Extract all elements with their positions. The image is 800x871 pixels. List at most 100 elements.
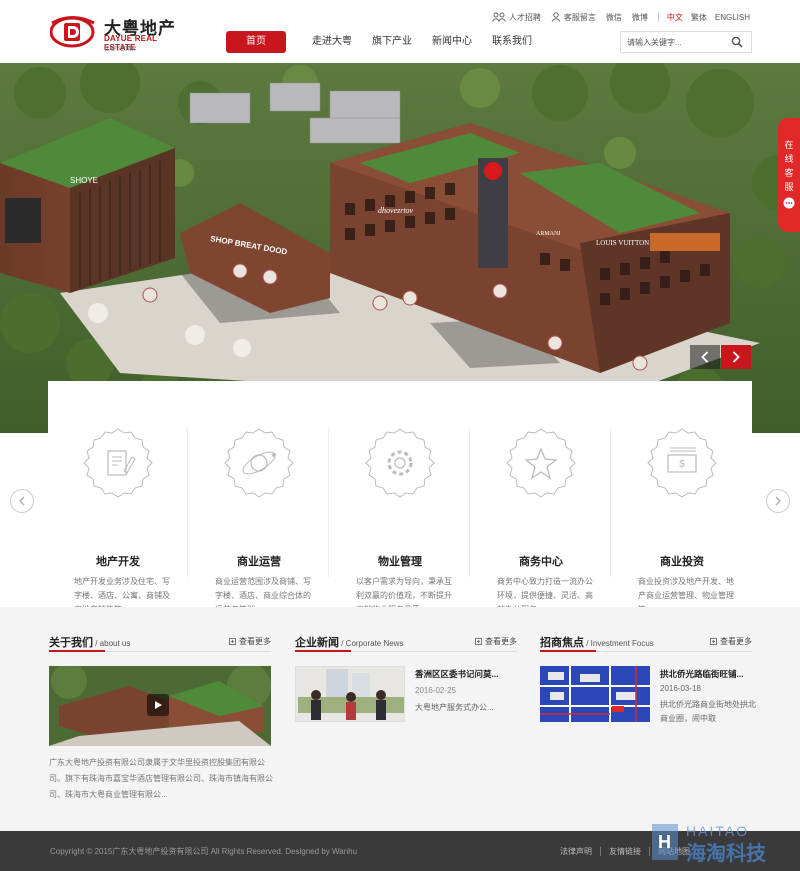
search-button[interactable] — [723, 32, 751, 52]
about-text: 广东大粤地产投资有限公司隶属于文华里投资控股集团有限公司。旗下有珠海市嘉宝华酒店… — [49, 758, 273, 799]
focus-map-image — [540, 666, 650, 722]
search-input[interactable] — [621, 32, 721, 52]
main-nav: 首页 走进大粤 旗下产业 新闻中心 联系我们 — [226, 31, 552, 53]
business-prev-button[interactable] — [10, 489, 34, 513]
banner-image: SHOYE SHOP BREAT DOOD dhovezrtov ARMANI … — [0, 63, 800, 433]
banner-sign-brand: dhovezrtov — [378, 206, 414, 215]
focus-title-cn: 招商焦点 — [540, 637, 584, 649]
divider — [469, 427, 470, 577]
about-more-link[interactable]: 查看更多 — [229, 636, 271, 647]
business-title: 地产开发 — [96, 556, 140, 568]
chat-icon — [783, 197, 795, 209]
more-label: 查看更多 — [239, 637, 271, 646]
svg-text:$: $ — [679, 459, 685, 470]
plus-icon — [229, 638, 236, 645]
copyright: Copyright © 2015广东大粤地产投资有限公司 All Rights … — [50, 847, 358, 856]
recruit-link[interactable]: 人才招聘 — [491, 12, 541, 23]
friends-link[interactable]: 友情链接 — [609, 846, 641, 857]
watermark-cn: 海淘科技 — [686, 841, 767, 865]
banner-next-button[interactable] — [721, 345, 751, 369]
focus-header: 招商焦点 / Investment Focus 查看更多 — [540, 634, 752, 652]
people-icon — [491, 12, 506, 22]
wechat-label: 微信 — [605, 12, 622, 22]
focus-thumbnail[interactable] — [540, 666, 650, 722]
business-title: 商业运营 — [237, 556, 281, 568]
lang-tw-link[interactable]: 繁体 — [691, 12, 707, 23]
news-more-link[interactable]: 查看更多 — [475, 636, 517, 647]
business-item[interactable]: 商业运营 商业运营范围涉及商铺、写字楼、酒店、商业综合体的运营与策划。 — [189, 427, 329, 614]
focus-title: 招商焦点 / Investment Focus — [540, 634, 654, 650]
plus-icon — [710, 638, 717, 645]
play-icon — [155, 701, 162, 709]
star-icon — [506, 428, 576, 498]
hero-banner: SHOYE SHOP BREAT DOOD dhovezrtov ARMANI … — [0, 63, 800, 433]
title-underline — [295, 650, 351, 652]
news-item-title[interactable]: 香洲区区委书记问莫... — [415, 668, 499, 680]
gear-icon — [365, 428, 435, 498]
focus-more-link[interactable]: 查看更多 — [710, 636, 752, 647]
nav-home[interactable]: 首页 — [226, 31, 286, 53]
logo[interactable]: 大粤地产 DAYUE REAL ESTATE 让城市更精彩 — [50, 12, 190, 52]
watermark-en: HAITAO — [686, 823, 749, 839]
top-links: 人才招聘 客服留言 微信 微博 中文 繁体 ENGLISH — [482, 10, 750, 24]
news-item-date: 2016-02-25 — [415, 686, 456, 695]
nav-news[interactable]: 新闻中心 — [432, 31, 472, 53]
top-links-divider — [657, 12, 659, 22]
news-header: 企业新闻 / Corporate News 查看更多 — [295, 634, 517, 652]
message-link[interactable]: 客服留言 — [551, 12, 596, 23]
news-column: 企业新闻 / Corporate News 查看更多 香洲区区委书记问莫... … — [295, 634, 517, 824]
site-header: 大粤地产 DAYUE REAL ESTATE 让城市更精彩 人才招聘 客服留言 … — [0, 0, 800, 63]
about-header: 关于我们 / about us 查看更多 — [49, 634, 271, 652]
online-service-button[interactable]: 在 线 客 服 — [778, 118, 800, 232]
business-item[interactable]: 商务中心 商务中心致力打造一流办公环境，提供便捷、灵活、高效办公服务。 — [471, 427, 611, 614]
news-thumbnail[interactable] — [295, 666, 405, 722]
watermark-logo: H HAITAO 海淘科技 — [652, 823, 767, 865]
about-title-cn: 关于我们 — [49, 637, 93, 649]
document-pen-icon — [83, 428, 153, 498]
focus-item-date: 2016-03-18 — [660, 684, 701, 693]
business-panel: 地产开发 地产开发业务涉及住宅、写字楼、酒店、公寓、商铺及房地产销售等。 商业运… — [48, 381, 752, 614]
focus-column: 招商焦点 / Investment Focus 查看更多 拱北侨光路临街旺铺..… — [540, 634, 756, 824]
business-item[interactable]: 物业管理 以客户需求为导向，秉承互利双赢的价值观，不断提升高端物业服务品质。 — [330, 427, 470, 614]
chevron-left-icon — [701, 351, 709, 363]
nav-about[interactable]: 走进大粤 — [312, 31, 352, 53]
news-image — [296, 667, 404, 721]
wechat-link[interactable]: 微信 — [606, 12, 622, 23]
focus-item-title[interactable]: 拱北侨光路临街旺铺... — [660, 668, 744, 680]
business-title: 物业管理 — [378, 556, 422, 568]
svg-text:H: H — [658, 832, 671, 852]
message-label: 客服留言 — [563, 12, 596, 22]
lang-en-link[interactable]: ENGLISH — [715, 13, 750, 22]
lang-cn-link[interactable]: 中文 — [667, 12, 683, 23]
news-title-en: / Corporate News — [339, 639, 404, 648]
service-char: 在 — [784, 140, 794, 150]
money-icon: $ — [647, 428, 717, 498]
nav-industries[interactable]: 旗下产业 — [372, 31, 412, 53]
footer-divider — [649, 847, 650, 856]
legal-link[interactable]: 法律声明 — [560, 846, 592, 857]
service-char: 线 — [784, 154, 794, 164]
business-next-button[interactable] — [766, 489, 790, 513]
logo-mark-icon — [50, 16, 95, 48]
more-label: 查看更多 — [485, 637, 517, 646]
about-title: 关于我们 / about us — [49, 634, 130, 650]
orbit-icon — [224, 428, 294, 498]
news-title: 企业新闻 / Corporate News — [295, 634, 403, 650]
business-item[interactable]: 地产开发 地产开发业务涉及住宅、写字楼、酒店、公寓、商铺及房地产销售等。 — [48, 427, 188, 614]
news-title-cn: 企业新闻 — [295, 637, 339, 649]
banner-prev-button[interactable] — [690, 345, 720, 369]
business-item[interactable]: $ 商业投资 商业投资涉及地产开发、地产商业运营管理、物业管理等。 — [612, 427, 752, 614]
service-char: 客 — [784, 168, 794, 178]
focus-item-summary: 拱北侨光路商业街地处拱北商业圈，闹中取 — [660, 700, 756, 723]
nav-contact[interactable]: 联系我们 — [492, 31, 532, 53]
plus-icon — [475, 638, 482, 645]
weibo-link[interactable]: 微博 — [632, 12, 648, 23]
title-underline — [49, 650, 105, 652]
about-video-thumbnail[interactable] — [49, 666, 271, 746]
recruit-label: 人才招聘 — [508, 12, 541, 22]
chevron-right-icon — [732, 351, 740, 363]
banner-sign-armani: ARMANI — [536, 231, 560, 237]
news-item-summary: 大粤地产服务式办公... — [415, 703, 494, 712]
title-underline — [540, 650, 596, 652]
play-button[interactable] — [147, 694, 169, 716]
